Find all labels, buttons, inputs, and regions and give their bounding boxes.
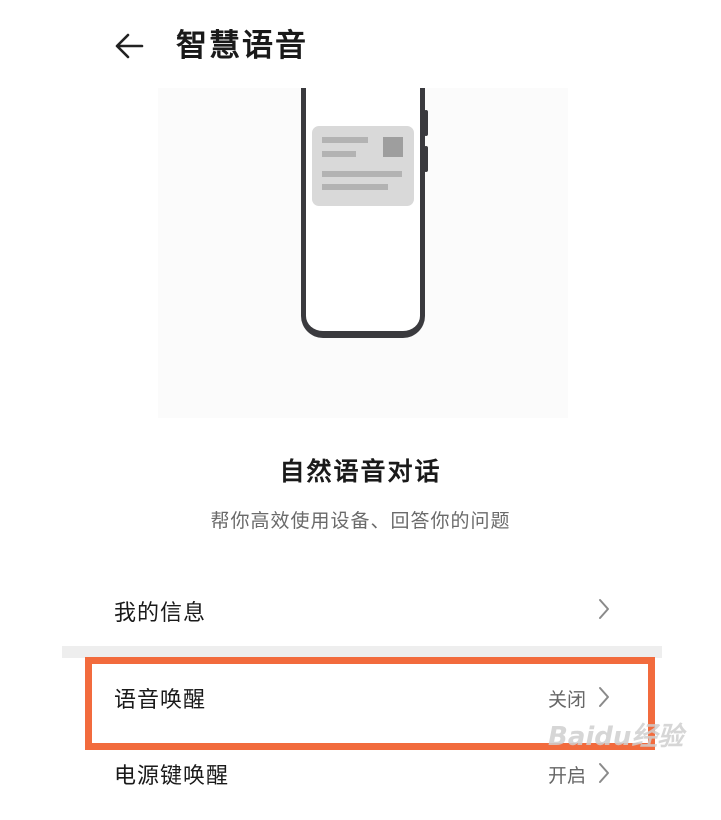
- phone-side-button: [424, 146, 428, 172]
- setting-row-value: 开启: [547, 765, 586, 787]
- notification-card: [312, 126, 414, 206]
- feature-subtitle: 帮你高效使用设备、回答你的问题: [210, 510, 511, 532]
- watermark: Baidu经验: [548, 722, 684, 752]
- chevron-right-icon: [599, 763, 609, 783]
- arrow-left-icon[interactable]: [110, 26, 150, 66]
- feature-title: 自然语音对话: [279, 457, 442, 486]
- setting-row-label: 电源键唤醒: [114, 764, 230, 789]
- header-bar: 智慧语音: [0, 0, 721, 90]
- page-title: 智慧语音: [176, 28, 308, 64]
- setting-row-label: 我的信息: [114, 601, 207, 626]
- chevron-right-icon: [599, 599, 609, 619]
- phone-side-button: [424, 110, 428, 136]
- setting-row-my-info[interactable]: 我的信息: [62, 568, 662, 648]
- phone-card-illustration: [158, 88, 568, 418]
